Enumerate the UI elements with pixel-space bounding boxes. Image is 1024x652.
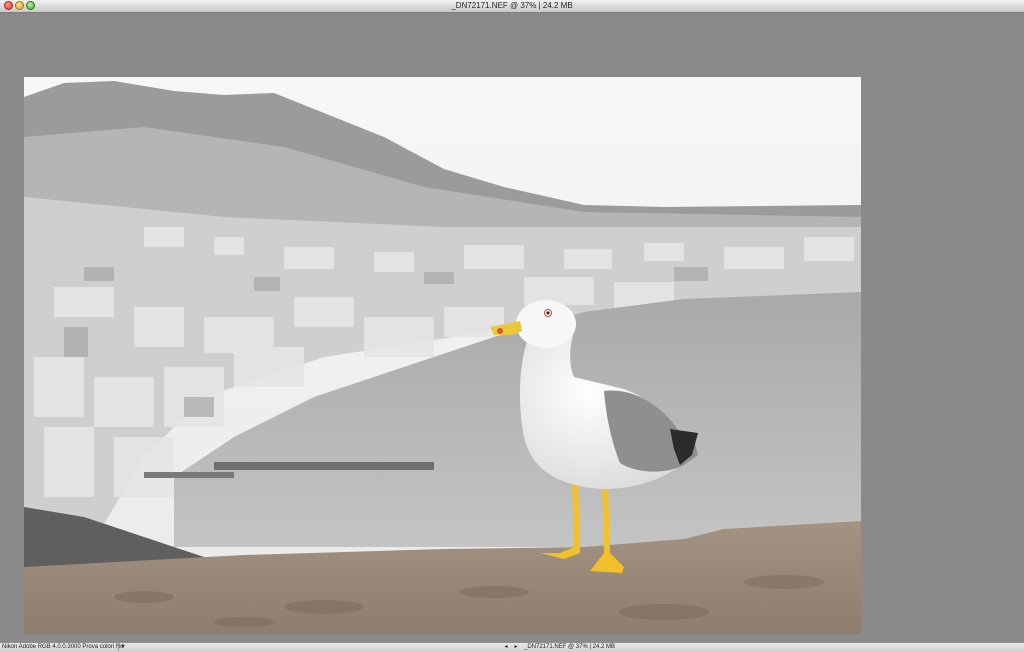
- scroll-left-button[interactable]: ◂: [502, 643, 510, 651]
- window-titlebar[interactable]: _DN72171.NEF @ 37% | 24.2 MB: [0, 0, 1024, 13]
- chevron-down-icon[interactable]: ▼: [118, 643, 127, 651]
- document-canvas[interactable]: [0, 13, 1024, 642]
- document-image[interactable]: [24, 77, 861, 634]
- scroll-right-button[interactable]: ▸: [512, 643, 520, 651]
- window-title: _DN72171.NEF @ 37% | 24.2 MB: [451, 1, 573, 10]
